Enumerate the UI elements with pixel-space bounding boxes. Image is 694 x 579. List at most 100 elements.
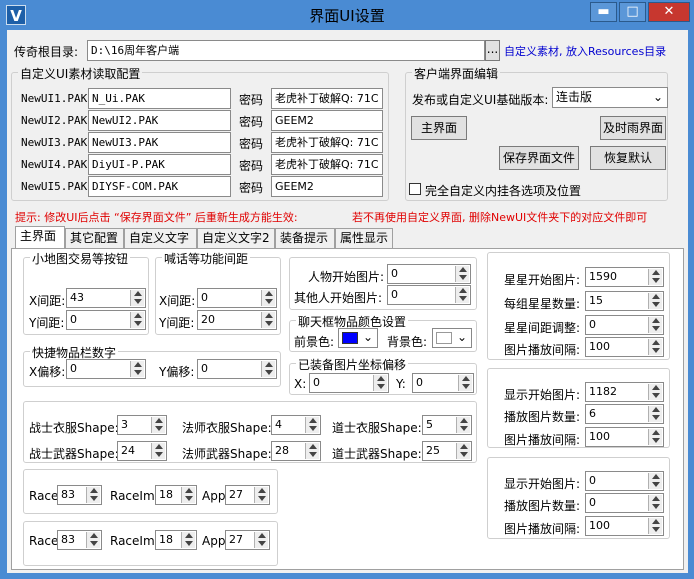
bg-color-picker[interactable]: ⌄	[432, 328, 472, 348]
spin-arrows-icon[interactable]	[254, 532, 268, 548]
group-title: 客户端界面编辑	[412, 65, 501, 82]
shape-spinner[interactable]: 24	[117, 441, 167, 461]
spin-arrows-icon[interactable]	[648, 495, 662, 511]
shape-spinner[interactable]: 25	[422, 441, 472, 461]
spin-arrows-icon[interactable]	[455, 287, 469, 303]
spin-arrows-icon[interactable]	[151, 417, 165, 433]
spin-arrows-icon[interactable]	[86, 532, 100, 548]
browse-button[interactable]: ...	[485, 40, 500, 61]
quickbar-y-spinner[interactable]: 0	[197, 359, 277, 379]
spin-arrows-icon[interactable]	[254, 487, 268, 503]
password-input[interactable]: GEEM2	[271, 110, 383, 131]
main-ui-button[interactable]: 主界面	[411, 116, 467, 140]
password-input[interactable]: 老虎补丁破解Q: 71C	[271, 154, 383, 175]
custom-resources-link[interactable]: 自定义素材, 放入Resources目录	[504, 43, 666, 59]
spin-arrows-icon[interactable]	[373, 375, 387, 391]
race2-appr-spinner[interactable]: 27	[225, 530, 270, 550]
race1-raceimg-spinner[interactable]: 18	[155, 485, 197, 505]
spin-arrows-icon[interactable]	[181, 487, 195, 503]
tab-2[interactable]: 自定义文字	[124, 228, 197, 248]
race2-raceimg-spinner[interactable]: 18	[155, 530, 197, 550]
equip-x-spinner[interactable]: 0	[309, 373, 389, 393]
spin-arrows-icon[interactable]	[648, 518, 662, 534]
pak-file-input[interactable]: NewUI3.PAK	[88, 132, 231, 153]
restore-default-button[interactable]: 恢复默认	[590, 146, 666, 170]
maximize-button[interactable]: □	[619, 2, 646, 22]
spin-arrows-icon[interactable]	[456, 443, 470, 459]
other-start-spinner[interactable]: 0	[387, 285, 471, 305]
right-field-spinner[interactable]: 100	[585, 516, 664, 536]
right-field-spinner[interactable]: 1590	[585, 267, 664, 287]
spin-arrows-icon[interactable]	[130, 290, 144, 306]
spin-arrows-icon[interactable]	[648, 473, 662, 489]
right-field-spinner[interactable]: 1182	[585, 382, 664, 402]
right-field-spinner[interactable]: 15	[585, 291, 664, 311]
spin-arrows-icon[interactable]	[151, 443, 165, 459]
minimap-y-spinner[interactable]: 0	[66, 310, 146, 330]
title-bar[interactable]: V 界面UI设置 ▬ □ ✕	[0, 0, 694, 30]
race2-race-spinner[interactable]: 83	[57, 530, 102, 550]
race1-race-spinner[interactable]: 83	[57, 485, 102, 505]
shape-spinner[interactable]: 4	[271, 415, 321, 435]
spin-arrows-icon[interactable]	[648, 317, 662, 333]
tab-3[interactable]: 自定义文字2	[197, 228, 275, 248]
race1-appr-spinner[interactable]: 27	[225, 485, 270, 505]
timely-rain-button[interactable]: 及时雨界面	[600, 116, 666, 140]
tab-4[interactable]: 装备提示	[275, 228, 335, 248]
spin-arrows-icon[interactable]	[305, 443, 319, 459]
save-ui-button[interactable]: 保存界面文件	[499, 146, 579, 170]
equip-y-spinner[interactable]: 0	[412, 373, 474, 393]
password-input[interactable]: GEEM2	[271, 176, 383, 197]
right-field-spinner[interactable]: 0	[585, 315, 664, 335]
spin-arrows-icon[interactable]	[648, 339, 662, 355]
spin-arrows-icon[interactable]	[648, 429, 662, 445]
quickbar-x-spinner[interactable]: 0	[66, 359, 146, 379]
minimize-button[interactable]: ▬	[590, 2, 617, 22]
pak-file-input[interactable]: N_Ui.PAK	[88, 88, 231, 109]
tab-1[interactable]: 其它配置	[65, 228, 124, 248]
spin-arrows-icon[interactable]	[648, 384, 662, 400]
spin-arrows-icon[interactable]	[261, 290, 275, 306]
tab-0[interactable]: 主界面	[15, 226, 65, 249]
right-field-spinner[interactable]: 0	[585, 493, 664, 513]
spin-arrows-icon[interactable]	[86, 487, 100, 503]
password-label: 密码	[239, 159, 264, 173]
password-input[interactable]: 老虎补丁破解Q: 71C	[271, 132, 383, 153]
person-start-spinner[interactable]: 0	[387, 264, 471, 284]
version-select[interactable]: 连击版 ⌄	[552, 87, 668, 108]
pak-file-input[interactable]: DiyUI-P.PAK	[88, 154, 231, 175]
pak-file-input[interactable]: DIYSF-COM.PAK	[88, 176, 231, 197]
spin-value: 100	[589, 430, 610, 443]
spin-arrows-icon[interactable]	[648, 269, 662, 285]
right-field-spinner[interactable]: 100	[585, 337, 664, 357]
pak-file-input[interactable]: NewUI2.PAK	[88, 110, 231, 131]
right-field-spinner[interactable]: 100	[585, 427, 664, 447]
shape-spinner[interactable]: 3	[117, 415, 167, 435]
right-field-spinner[interactable]: 0	[585, 471, 664, 491]
spin-arrows-icon[interactable]	[181, 532, 195, 548]
spin-arrows-icon[interactable]	[130, 312, 144, 328]
close-button[interactable]: ✕	[648, 2, 690, 22]
spin-arrows-icon[interactable]	[455, 266, 469, 282]
shout-y-spinner[interactable]: 20	[197, 310, 277, 330]
spin-arrows-icon[interactable]	[261, 361, 275, 377]
fg-color-picker[interactable]: ⌄	[338, 328, 378, 348]
minimap-x-spinner[interactable]: 43	[66, 288, 146, 308]
spin-arrows-icon[interactable]	[458, 375, 472, 391]
full-custom-checkbox[interactable]	[409, 183, 421, 195]
spin-arrows-icon[interactable]	[648, 406, 662, 422]
bg-color-label: 背景色:	[387, 335, 428, 349]
spin-arrows-icon[interactable]	[130, 361, 144, 377]
shape-spinner[interactable]: 5	[422, 415, 472, 435]
spin-arrows-icon[interactable]	[305, 417, 319, 433]
shout-x-spinner[interactable]: 0	[197, 288, 277, 308]
spin-arrows-icon[interactable]	[456, 417, 470, 433]
spin-arrows-icon[interactable]	[648, 293, 662, 309]
shape-spinner[interactable]: 28	[271, 441, 321, 461]
tab-5[interactable]: 属性显示	[335, 228, 393, 248]
pak-label: NewUI3.PAK	[21, 136, 88, 149]
spin-arrows-icon[interactable]	[261, 312, 275, 328]
right-field-spinner[interactable]: 6	[585, 404, 664, 424]
root-dir-input[interactable]: D:\16周年客户端	[87, 40, 485, 61]
password-input[interactable]: 老虎补丁破解Q: 71C	[271, 88, 383, 109]
